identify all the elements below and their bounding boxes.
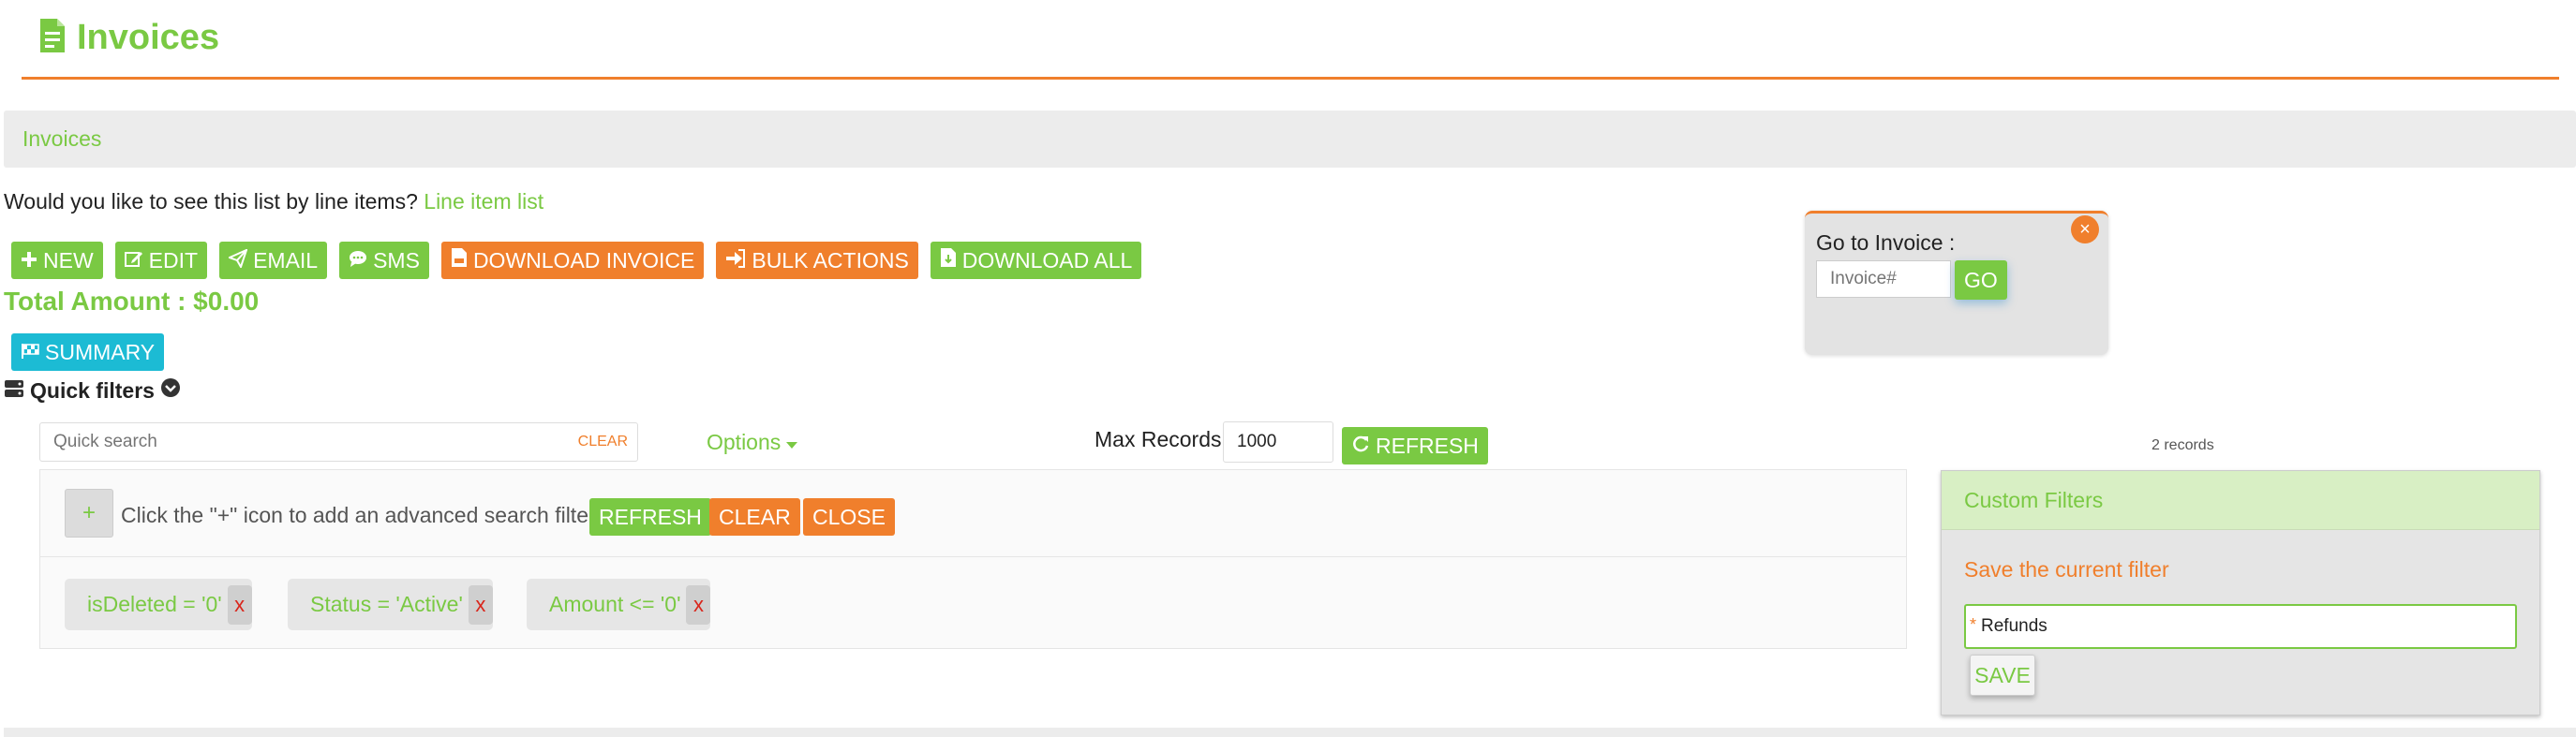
- quick-search-box: CLEAR: [39, 422, 638, 462]
- add-filter-button[interactable]: +: [65, 489, 113, 538]
- invoice-number-input[interactable]: [1816, 260, 1951, 298]
- filter-chip-label: isDeleted = '0': [87, 592, 222, 616]
- goto-invoice-label: Go to Invoice :: [1816, 230, 1956, 255]
- advanced-clear-button[interactable]: CLEAR: [709, 498, 800, 536]
- edit-icon: [124, 248, 143, 273]
- download-invoice-label: DOWNLOAD INVOICE: [472, 247, 695, 273]
- required-marker: *: [1970, 615, 1977, 634]
- chevron-down-circle-icon: [160, 377, 181, 404]
- bulk-actions-button[interactable]: BULK ACTIONS: [716, 242, 918, 279]
- advanced-filter-toolbar: + Click the "+" icon to add an advanced …: [40, 470, 1906, 557]
- records-count: 2 records: [2152, 437, 2214, 453]
- new-button[interactable]: NEW: [11, 242, 103, 279]
- summary-button[interactable]: SUMMARY: [11, 333, 165, 371]
- toolbar: NEW EDIT EMAIL SMS DOWNLOAD INVOICE BULK…: [11, 242, 1142, 279]
- email-button[interactable]: EMAIL: [219, 242, 328, 279]
- header-divider: [22, 77, 2559, 80]
- custom-filters-panel: Custom Filters Save the current filter *…: [1941, 470, 2540, 715]
- max-records-label: Max Records: [1094, 427, 1222, 451]
- chat-bubble-icon: [349, 248, 367, 273]
- advanced-filter-hint: Click the "+" icon to add an advanced se…: [121, 503, 596, 527]
- remove-filter-button[interactable]: x: [227, 584, 252, 625]
- max-records-input[interactable]: [1223, 421, 1333, 463]
- file-download-icon: [940, 247, 957, 273]
- sms-button-label: SMS: [373, 247, 420, 273]
- page-title-text: Invoices: [77, 17, 220, 57]
- file-pdf-icon: [451, 247, 468, 273]
- save-filter-label: Save the current filter: [1964, 557, 2169, 582]
- options-dropdown[interactable]: Options: [707, 430, 798, 455]
- paper-plane-icon: [227, 247, 248, 273]
- advanced-close-button[interactable]: CLOSE: [803, 498, 895, 536]
- download-all-label: DOWNLOAD ALL: [961, 247, 1133, 273]
- breadcrumb-item-invoices[interactable]: Invoices: [22, 126, 101, 152]
- filter-chip-amount[interactable]: Amount <= '0' x: [527, 579, 711, 630]
- email-button-label: EMAIL: [253, 247, 319, 273]
- close-icon[interactable]: ×: [2071, 215, 2099, 243]
- custom-filters-title: Custom Filters: [1942, 471, 2539, 530]
- breadcrumb: Invoices: [4, 111, 2576, 168]
- summary-label: SUMMARY: [45, 339, 156, 364]
- remove-filter-button[interactable]: x: [468, 584, 493, 625]
- bottom-bar: [4, 728, 2576, 737]
- filter-chip-label: Amount <= '0': [549, 592, 681, 616]
- sms-button[interactable]: SMS: [339, 242, 429, 279]
- go-button[interactable]: GO: [1955, 260, 2007, 300]
- quick-search-input[interactable]: [40, 423, 565, 461]
- refresh-icon: [1351, 434, 1370, 459]
- line-item-question: Would you like to see this list by line …: [4, 189, 418, 214]
- advanced-filter-panel: + Click the "+" icon to add an advanced …: [39, 469, 1907, 649]
- quick-filters-toggle[interactable]: Quick filters: [4, 377, 181, 404]
- search-clear-button[interactable]: CLEAR: [578, 434, 628, 450]
- filter-name-field: *: [1964, 604, 2517, 649]
- quick-filters-label: Quick filters: [30, 377, 155, 403]
- edit-button-label: EDIT: [148, 247, 199, 273]
- file-invoice-icon: [37, 17, 67, 59]
- filter-chip-status[interactable]: Status = 'Active' x: [288, 579, 493, 630]
- plus-icon: [21, 248, 37, 273]
- download-invoice-button[interactable]: DOWNLOAD INVOICE: [440, 242, 705, 279]
- caret-down-icon: [786, 430, 798, 455]
- save-filter-button[interactable]: SAVE: [1970, 655, 2035, 696]
- refresh-label: REFRESH: [1376, 433, 1479, 458]
- sign-in-icon: [725, 248, 746, 273]
- bulk-actions-label: BULK ACTIONS: [752, 247, 909, 273]
- page-title: Invoices: [37, 9, 219, 66]
- total-amount: Total Amount : $0.00: [4, 287, 260, 316]
- options-label: Options: [707, 430, 782, 454]
- goto-invoice-panel: Go to Invoice : GO ×: [1805, 211, 2108, 355]
- filter-chip-isdeleted[interactable]: isDeleted = '0' x: [65, 579, 252, 630]
- server-icon: [4, 378, 24, 404]
- new-button-label: NEW: [43, 247, 94, 273]
- refresh-button[interactable]: REFRESH: [1342, 427, 1488, 464]
- flag-checkered-icon: [21, 340, 39, 365]
- line-item-list-link[interactable]: Line item list: [424, 189, 543, 214]
- line-item-prompt: Would you like to see this list by line …: [4, 189, 543, 214]
- advanced-refresh-button[interactable]: REFRESH: [589, 498, 711, 536]
- filter-name-input[interactable]: [1981, 606, 2506, 647]
- edit-button[interactable]: EDIT: [114, 242, 208, 279]
- download-all-button[interactable]: DOWNLOAD ALL: [930, 242, 1142, 279]
- filter-chip-label: Status = 'Active': [310, 592, 463, 616]
- remove-filter-button[interactable]: x: [686, 584, 711, 625]
